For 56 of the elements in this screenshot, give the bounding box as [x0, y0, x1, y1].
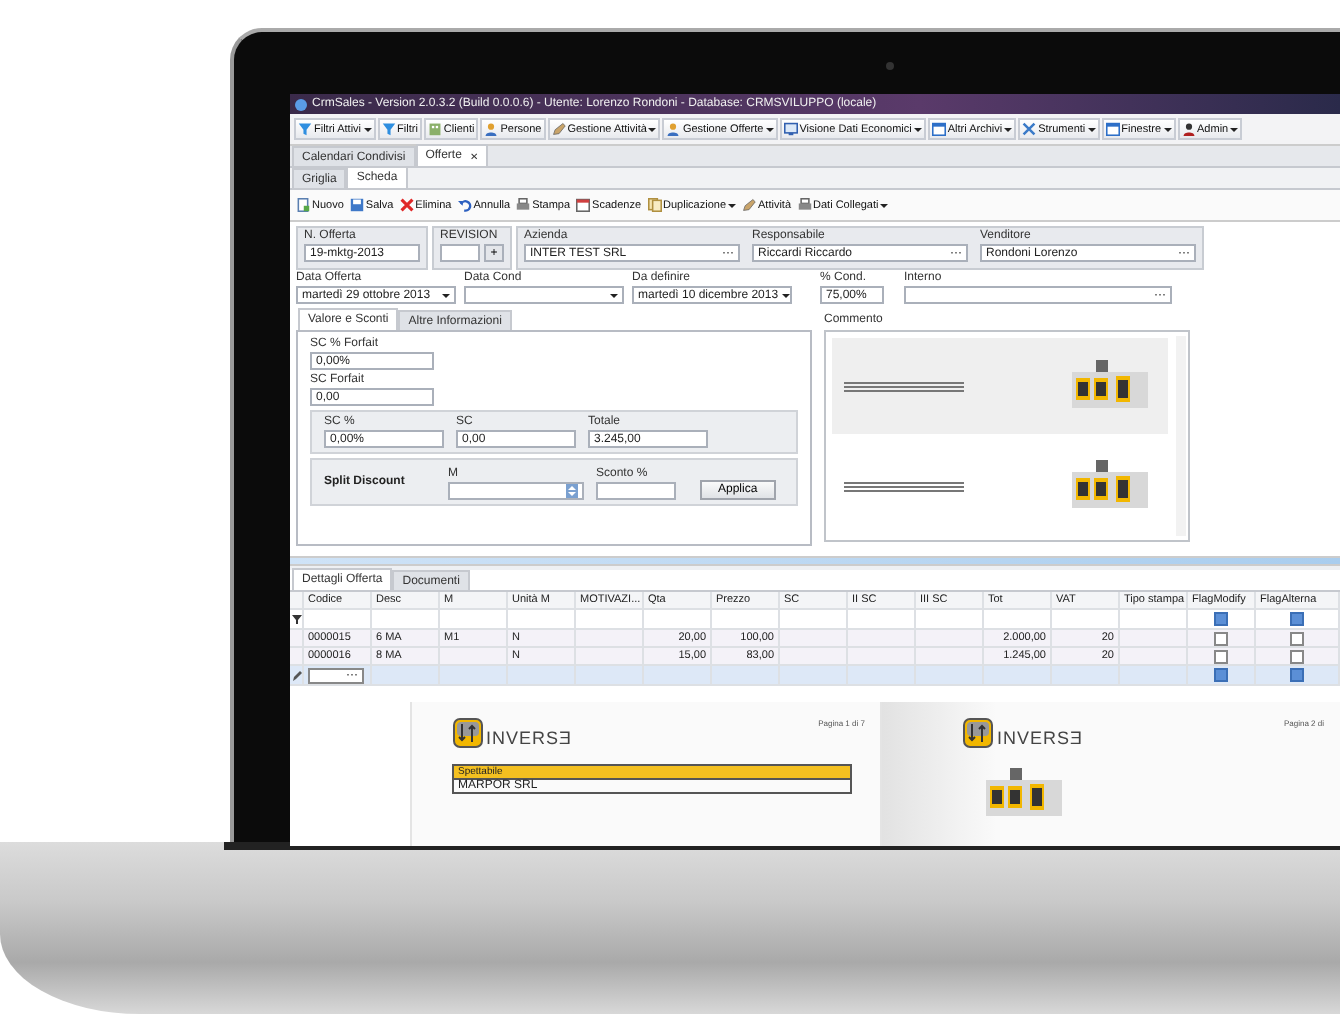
person-icon — [1181, 122, 1196, 136]
filter-icon — [291, 614, 301, 624]
person-icon — [484, 122, 499, 136]
checkbox[interactable] — [1214, 649, 1228, 663]
app-icon — [294, 97, 308, 111]
building-icon — [427, 122, 442, 136]
spin-field[interactable] — [448, 482, 584, 500]
page-icon — [296, 198, 310, 212]
caret-icon — [782, 293, 791, 297]
checkbox[interactable] — [1290, 631, 1304, 645]
logo-icon — [962, 718, 995, 748]
caret-icon — [728, 203, 737, 207]
checkbox[interactable] — [1214, 631, 1228, 645]
caret-icon — [363, 127, 372, 131]
printer-icon — [797, 198, 812, 212]
checkbox[interactable] — [1290, 649, 1304, 663]
calendar-icon — [576, 198, 591, 212]
printer-icon — [516, 198, 531, 212]
documents-icon — [647, 198, 662, 212]
person-icon — [666, 122, 681, 136]
pencil-icon — [291, 669, 301, 681]
caret-icon — [648, 127, 657, 131]
window-icon — [1105, 122, 1120, 136]
caret-icon — [913, 127, 922, 131]
caret-icon — [442, 293, 450, 297]
tools-icon — [1022, 122, 1037, 136]
delete-icon — [399, 198, 414, 212]
caret-icon — [1230, 127, 1239, 131]
input-field[interactable] — [596, 482, 676, 500]
caret-icon — [765, 127, 774, 131]
caret-icon — [1004, 127, 1013, 131]
pencil-icon — [742, 198, 757, 212]
checkbox[interactable] — [1214, 612, 1228, 626]
caret-icon — [880, 203, 889, 207]
monitor-icon — [783, 122, 798, 136]
funnel-icon — [381, 122, 396, 136]
comment-field[interactable] — [824, 330, 1190, 542]
splitter[interactable] — [290, 558, 1340, 566]
caret-icon — [610, 293, 618, 297]
caret-icon — [1163, 127, 1172, 131]
logo-text: INVERSƎ — [486, 728, 573, 748]
funnel-icon — [298, 122, 312, 136]
checkbox[interactable] — [1290, 612, 1304, 626]
checkbox[interactable] — [1214, 668, 1228, 682]
camera-icon — [886, 62, 894, 70]
scrollbar[interactable] — [1176, 336, 1186, 536]
logo-icon — [452, 718, 484, 748]
undo-icon — [457, 198, 472, 212]
date-dropdown[interactable] — [464, 286, 624, 304]
spinner-icon — [566, 484, 578, 498]
logo-text: INVERSƎ — [996, 728, 1083, 748]
pencil-icon — [551, 122, 566, 136]
caret-icon — [1087, 127, 1096, 131]
checkbox[interactable] — [1290, 668, 1304, 682]
window-icon — [931, 122, 946, 136]
input-field[interactable] — [440, 244, 480, 262]
